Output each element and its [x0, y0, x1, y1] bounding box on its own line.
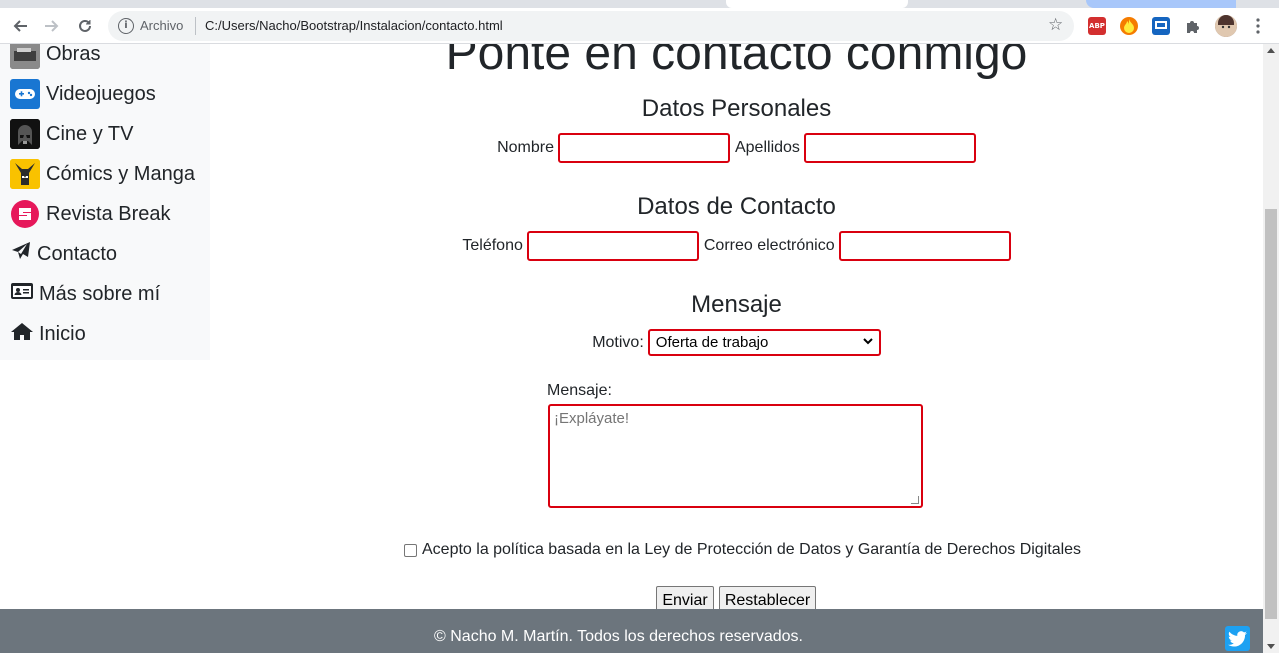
motivo-selected-value: Oferta de trabajo	[655, 334, 769, 351]
sidebar-item-comics-manga[interactable]: Cómics y Manga	[10, 158, 195, 190]
address-bar[interactable]: i Archivo C:/Users/Nacho/Bootstrap/Insta…	[108, 11, 1074, 41]
resize-handle-icon[interactable]	[911, 496, 919, 504]
sidebar-item-inicio[interactable]: Inicio	[10, 318, 86, 350]
scroll-down-arrow-icon[interactable]	[1267, 644, 1275, 649]
page-scrollbar[interactable]	[1263, 44, 1279, 653]
consent-checkbox[interactable]	[404, 543, 417, 557]
id-card-icon	[10, 282, 34, 306]
screen-extension-icon[interactable]	[1152, 17, 1170, 35]
active-tab[interactable]	[726, 0, 908, 8]
scroll-up-arrow-icon[interactable]	[1267, 48, 1275, 53]
home-icon	[10, 322, 34, 346]
contact-data-heading: Datos de Contacto	[637, 193, 836, 220]
mensaje-placeholder: ¡Expláyate!	[554, 410, 630, 427]
page-title: Ponte en contacto conmigo	[445, 44, 1028, 80]
motivo-row: Motivo: Oferta de trabajo	[210, 329, 1263, 356]
consent-label: Acepto la política basada en la Ley de P…	[422, 541, 1082, 558]
sidebar: Obras Videojuegos Cine y TV Cómics y Man…	[0, 44, 210, 360]
sidebar-item-revista-break[interactable]: Revista Break	[10, 198, 171, 230]
darth-vader-icon	[10, 119, 40, 149]
puzzle-extensions-icon[interactable]	[1184, 17, 1202, 35]
chevron-down-icon	[863, 337, 873, 348]
profile-bubble	[1086, 0, 1236, 8]
apellidos-input[interactable]	[803, 133, 976, 163]
sidebar-item-label: Cine y TV	[46, 122, 134, 145]
motivo-select[interactable]: Oferta de trabajo	[647, 329, 881, 356]
consent-row: Acepto la política basada en la Ley de P…	[404, 541, 1081, 559]
obras-thumbnail-icon	[10, 44, 40, 69]
browser-tab-strip	[0, 0, 1279, 8]
telefono-label: Teléfono	[462, 237, 523, 254]
personal-data-heading: Datos Personales	[641, 95, 832, 122]
break-logo-icon	[10, 199, 40, 229]
sidebar-item-label: Contacto	[37, 242, 118, 265]
sidebar-item-cine-tv[interactable]: Cine y TV	[10, 118, 133, 150]
copyright-text: © Nacho M. Martín. Todos los derechos re…	[434, 628, 803, 645]
sidebar-item-mas-sobre-mi[interactable]: Más sobre mí	[10, 278, 160, 310]
sidebar-item-contacto[interactable]: Contacto	[10, 238, 117, 270]
paper-plane-icon	[10, 241, 32, 267]
fire-extension-icon[interactable]	[1120, 17, 1138, 35]
bookmark-star-icon[interactable]: ☆	[1048, 15, 1063, 35]
personal-data-row: Nombre Apellidos	[210, 133, 1263, 163]
wolverine-icon	[10, 159, 40, 189]
sidebar-item-label: Inicio	[39, 322, 86, 345]
sidebar-item-label: Obras	[46, 44, 101, 65]
reload-icon[interactable]	[73, 14, 97, 38]
apellidos-label: Apellidos	[734, 139, 800, 156]
telefono-input[interactable]	[526, 231, 699, 261]
browser-toolbar: i Archivo C:/Users/Nacho/Bootstrap/Insta…	[0, 8, 1279, 44]
motivo-label: Motivo:	[592, 333, 644, 351]
contact-data-row: Teléfono Correo electrónico	[210, 231, 1263, 261]
kebab-menu-icon[interactable]	[1246, 14, 1270, 38]
sidebar-item-obras[interactable]: Obras	[10, 44, 100, 70]
adblock-extension-icon[interactable]: ABP	[1088, 17, 1106, 35]
avatar[interactable]	[1215, 15, 1237, 37]
email-label: Correo electrónico	[703, 237, 835, 254]
footer: © Nacho M. Martín. Todos los derechos re…	[0, 609, 1263, 653]
nombre-input[interactable]	[557, 133, 730, 163]
message-heading: Mensaje	[691, 291, 782, 318]
twitter-icon[interactable]	[1225, 626, 1250, 651]
page-viewport: Obras Videojuegos Cine y TV Cómics y Man…	[0, 44, 1263, 653]
mensaje-label: Mensaje:	[547, 382, 612, 399]
email-input[interactable]	[838, 231, 1011, 261]
sidebar-item-label: Revista Break	[46, 202, 171, 225]
sidebar-item-label: Más sobre mí	[39, 282, 161, 305]
nombre-label: Nombre	[497, 139, 554, 156]
sidebar-item-label: Videojuegos	[46, 82, 156, 105]
omnibox-separator	[195, 17, 196, 35]
scrollbar-thumb[interactable]	[1265, 209, 1277, 619]
gamepad-icon	[10, 79, 40, 109]
sidebar-item-videojuegos[interactable]: Videojuegos	[10, 78, 156, 110]
forward-arrow-icon[interactable]	[40, 14, 64, 38]
scheme-label: Archivo	[140, 18, 184, 33]
back-arrow-icon[interactable]	[8, 14, 32, 38]
url-text[interactable]: C:/Users/Nacho/Bootstrap/Instalacion/con…	[205, 18, 503, 33]
mensaje-textarea[interactable]: ¡Expláyate!	[548, 404, 923, 508]
sidebar-item-label: Cómics y Manga	[46, 162, 195, 185]
info-icon[interactable]: i	[118, 18, 134, 34]
